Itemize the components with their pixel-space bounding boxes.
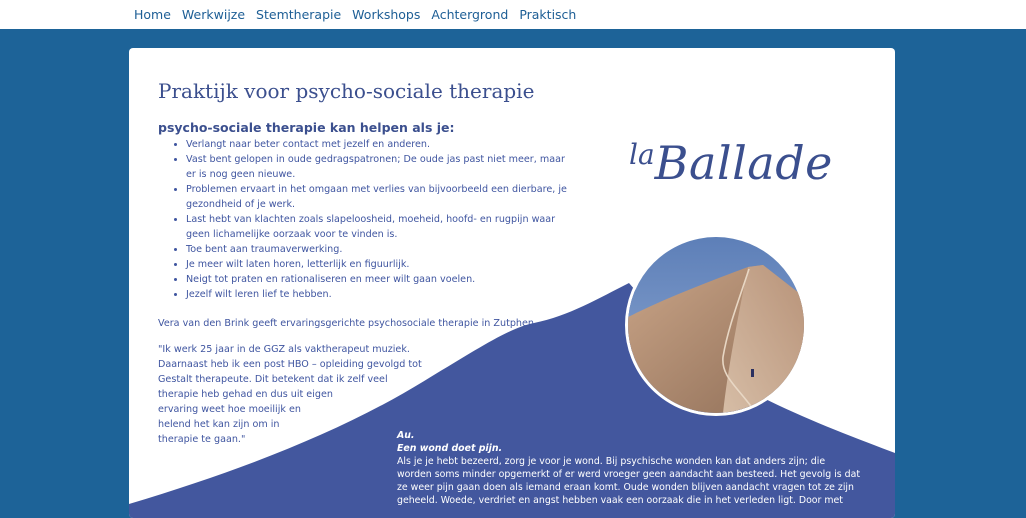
bottom-line: ze weer pijn gaan doen als iemand eraan … [397, 482, 854, 493]
mountain-ridge-photo [625, 234, 807, 416]
nav-achtergrond[interactable]: Achtergrond [431, 7, 508, 22]
bottom-line: geheeld. Woede, verdriet en angst hebben… [397, 495, 843, 506]
top-navbar: Home Werkwijze Stemtherapie Workshops Ac… [0, 0, 1026, 29]
bottom-line: Als je je hebt bezeerd, zorg je voor je … [397, 456, 826, 467]
quote-line: therapie te gaan." [158, 434, 246, 445]
bottom-line: worden soms minder opgemerkt of er werd … [397, 469, 861, 480]
wound-text-block: Au. Een wond doet pijn. Als je je hebt b… [397, 429, 861, 507]
benefits-list: Verlangt naar beter contact met jezelf e… [158, 137, 586, 302]
list-item: Verlangt naar beter contact met jezelf e… [186, 137, 586, 152]
nav-home[interactable]: Home [134, 7, 171, 22]
list-item: Toe bent aan traumaverwerking. [186, 242, 586, 257]
list-item: Problemen ervaart in het omgaan met verl… [186, 182, 586, 212]
list-item: Vast bent gelopen in oude gedragspatrone… [186, 152, 586, 182]
nav-stemtherapie[interactable]: Stemtherapie [256, 7, 341, 22]
section-subheading: psycho-sociale therapie kan helpen als j… [158, 120, 455, 135]
quote-line: "Ik werk 25 jaar in de GGZ als vaktherap… [158, 344, 410, 355]
list-item: Jezelf wilt leren lief te hebben. [186, 287, 586, 302]
la-ballade-logo: laBallade [629, 136, 833, 190]
quote-line: therapie heb gehad en dus uit eigen [158, 389, 333, 400]
nav-workshops[interactable]: Workshops [352, 7, 420, 22]
quote-line: Gestalt therapeute. Dit betekent dat ik … [158, 374, 388, 385]
list-item: Last hebt van klachten zoals slapelooshe… [186, 212, 586, 242]
list-item: Neigt tot praten en rationaliseren en me… [186, 272, 586, 287]
quote-line: ervaring weet hoe moeilijk en [158, 404, 301, 415]
bottom-heading-au: Au. [397, 430, 415, 441]
page-title: Praktijk voor psycho-sociale therapie [158, 79, 535, 103]
nav-werkwijze[interactable]: Werkwijze [182, 7, 245, 22]
main-nav: Home Werkwijze Stemtherapie Workshops Ac… [134, 7, 587, 22]
quote-line: helend het kan zijn om in [158, 419, 280, 430]
nav-praktisch[interactable]: Praktisch [519, 7, 576, 22]
therapist-quote: "Ik werk 25 jaar in de GGZ als vaktherap… [158, 342, 423, 447]
bottom-heading-wond: Een wond doet pijn. [397, 443, 503, 454]
content-card: Praktijk voor psycho-sociale therapie ps… [129, 48, 895, 518]
list-item: Je meer wilt laten horen, letterlijk en … [186, 257, 586, 272]
quote-line: Daarnaast heb ik een post HBO – opleidin… [158, 359, 422, 370]
intro-text: Vera van den Brink geeft ervaringsgerich… [158, 318, 538, 329]
